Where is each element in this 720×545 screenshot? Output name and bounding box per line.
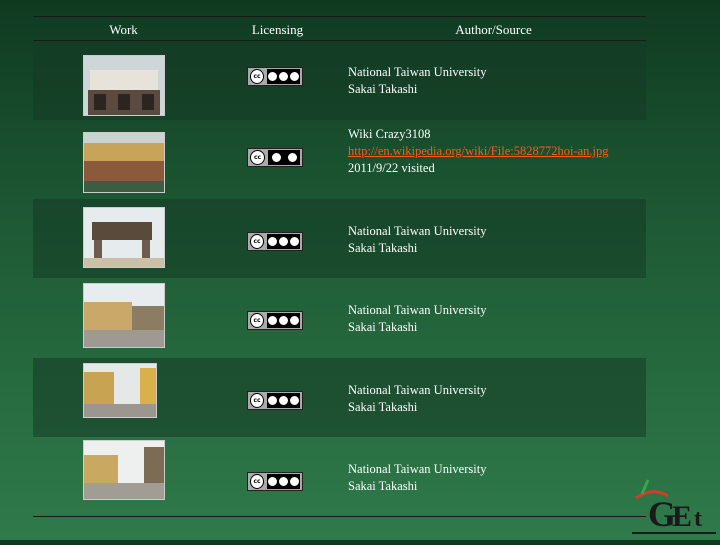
author-text: National Taiwan University Sakai Takashi	[348, 302, 486, 336]
table-row: cc National Taiwan University Sakai Taka…	[33, 358, 646, 437]
source-link[interactable]: http://en.wikipedia.org/wiki/File:582877…	[348, 143, 610, 160]
work-photo	[83, 55, 165, 116]
author-text: National Taiwan University Sakai Takashi	[348, 461, 486, 495]
author-line: Sakai Takashi	[348, 82, 418, 96]
table-top-rule	[33, 16, 646, 17]
header-work: Work	[109, 22, 138, 37]
work-photo	[83, 440, 165, 500]
get-logo: G E t	[628, 476, 720, 540]
svg-text:t: t	[694, 506, 702, 532]
author-text: Wiki Crazy3108 http://en.wikipedia.org/w…	[348, 126, 610, 177]
author-text: National Taiwan University Sakai Takashi	[348, 223, 486, 257]
author-line: Sakai Takashi	[348, 241, 418, 255]
author-line: National Taiwan University	[348, 65, 487, 79]
author-line: Sakai Takashi	[348, 479, 418, 493]
cc-by-nc-sa-icon: cc	[247, 311, 303, 330]
author-text: National Taiwan University Sakai Takashi	[348, 382, 486, 416]
author-line: National Taiwan University	[348, 383, 487, 397]
cc-by-nc-sa-icon: cc	[247, 472, 303, 491]
author-line: National Taiwan University	[348, 224, 487, 238]
author-line: Sakai Takashi	[348, 400, 418, 414]
svg-text:E: E	[672, 500, 692, 533]
author-line: National Taiwan University	[348, 462, 487, 476]
work-photo	[83, 207, 165, 268]
author-line: National Taiwan University	[348, 303, 487, 317]
cc-by-nc-sa-icon: cc	[247, 67, 303, 86]
header-author-source: Author/Source	[455, 22, 532, 37]
table-bottom-rule	[33, 516, 646, 517]
work-photo	[83, 283, 165, 348]
table-row: cc National Taiwan University Sakai Taka…	[33, 41, 646, 120]
table-row: cc National Taiwan University Sakai Taka…	[33, 437, 646, 516]
cc-by-nc-sa-icon: cc	[247, 232, 303, 251]
table-row: cc Wiki Crazy3108 http://en.wikipedia.or…	[33, 120, 646, 199]
visited-date: 2011/9/22 visited	[348, 161, 435, 175]
author-line: Sakai Takashi	[348, 320, 418, 334]
work-photo	[83, 363, 157, 418]
cc-by-sa-icon: cc	[247, 148, 303, 167]
table-row: cc National Taiwan University Sakai Taka…	[33, 278, 646, 357]
table-row: cc National Taiwan University Sakai Taka…	[33, 199, 646, 278]
work-photo	[83, 132, 165, 193]
author-line: Wiki Crazy3108	[348, 127, 431, 141]
header-licensing: Licensing	[251, 22, 304, 37]
author-text: National Taiwan University Sakai Takashi	[348, 64, 486, 98]
cc-by-nc-sa-icon: cc	[247, 391, 303, 410]
